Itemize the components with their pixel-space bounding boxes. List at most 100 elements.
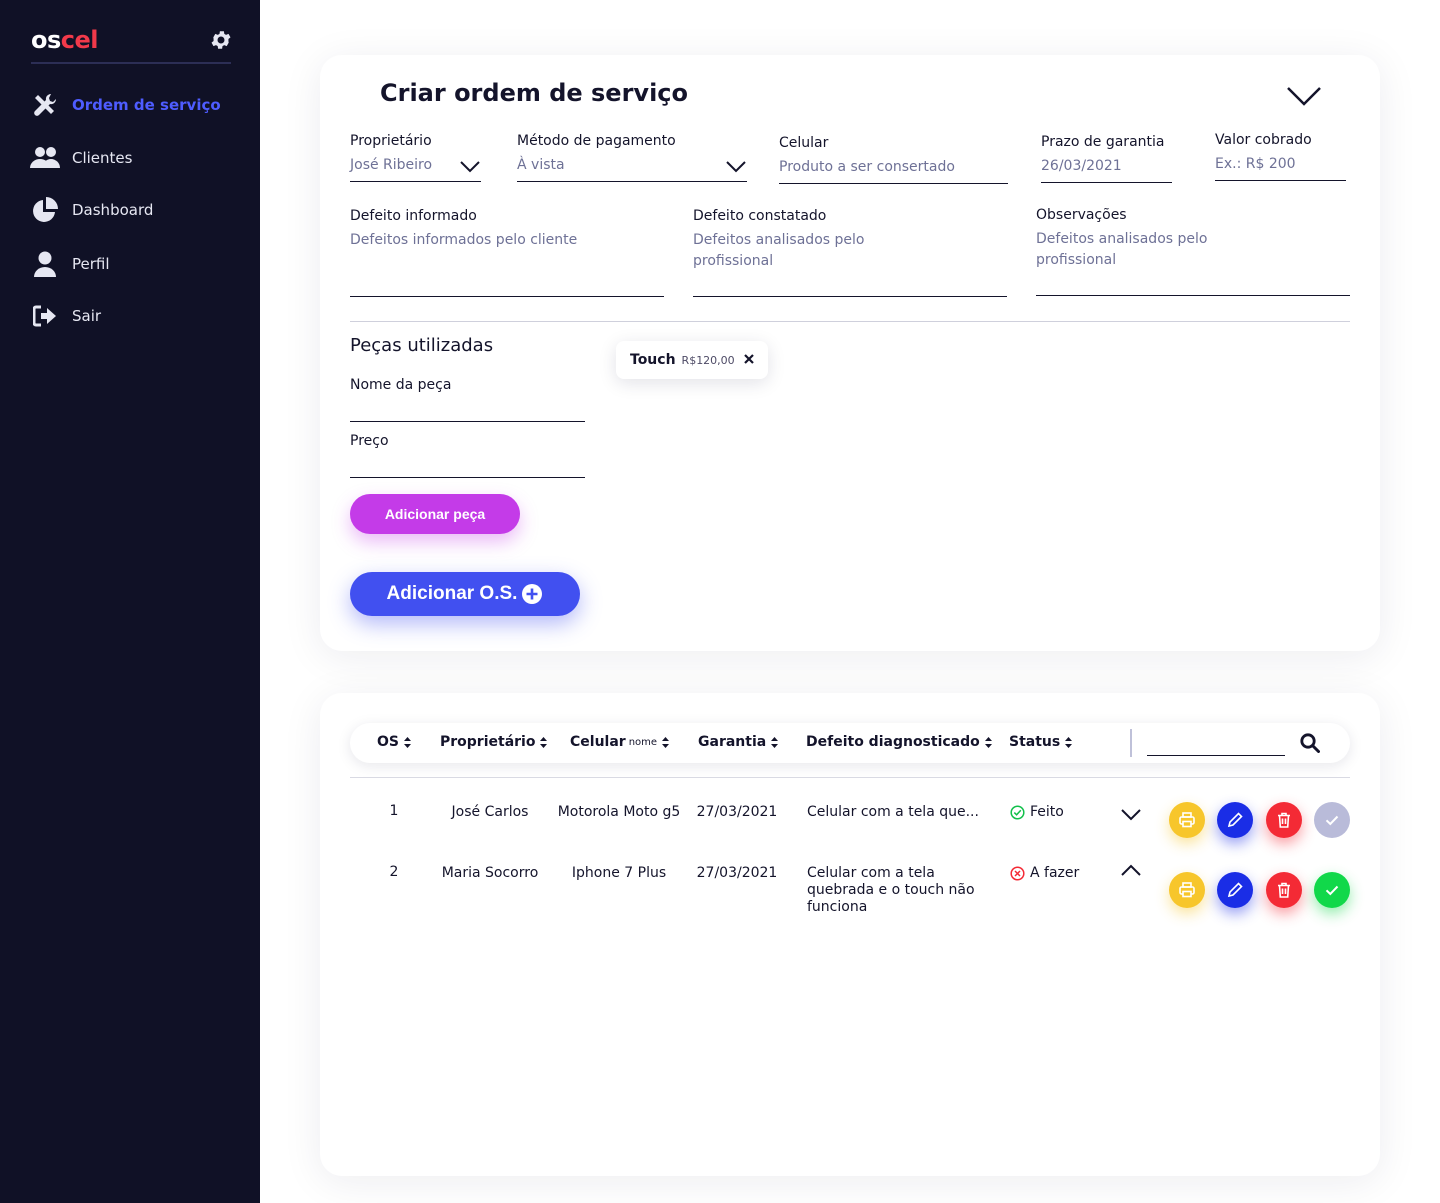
- status-badge: A fazer: [1010, 865, 1079, 882]
- field-underline: [350, 181, 481, 182]
- payment-label: Método de pagamento: [517, 133, 676, 149]
- edit-button[interactable]: [1217, 872, 1253, 908]
- column-header-os[interactable]: OS: [377, 734, 411, 750]
- search-input[interactable]: [1147, 755, 1285, 756]
- payment-method-select[interactable]: Método de pagamento À vista: [517, 133, 747, 183]
- logo-divider: [31, 62, 231, 64]
- trash-icon: [1278, 882, 1290, 898]
- page-title: Criar ordem de serviço: [380, 79, 689, 107]
- app-logo[interactable]: oscel: [31, 26, 99, 54]
- print-button[interactable]: [1169, 872, 1205, 908]
- reported-defect-field[interactable]: Defeito informado Defeitos informados pe…: [350, 208, 664, 298]
- price-label: Valor cobrado: [1215, 132, 1312, 148]
- tools-icon: [30, 91, 60, 119]
- reported-defect-placeholder: Defeitos informados pelo cliente: [350, 232, 578, 248]
- gear-icon[interactable]: [209, 28, 233, 52]
- found-defect-placeholder: Defeitos analisados pelo profissional: [693, 232, 865, 269]
- payment-value: À vista: [517, 157, 565, 173]
- field-underline: [1215, 180, 1346, 181]
- x-circle-icon: [1010, 866, 1025, 881]
- cell-warranty: 27/03/2021: [696, 865, 778, 881]
- sidebar-item-label: Clientes: [72, 149, 133, 167]
- chevron-down-icon[interactable]: [1120, 808, 1142, 822]
- column-header-owner[interactable]: Proprietário: [440, 734, 548, 750]
- logo-text-os: os: [31, 26, 61, 54]
- sidebar: oscel Ordem de serviço Clientes Dashboar…: [0, 0, 260, 1203]
- phone-field[interactable]: Celular Produto a ser consertado: [779, 135, 1008, 185]
- sort-icon: [662, 736, 670, 748]
- plus-circle-icon: [522, 584, 543, 604]
- sidebar-item-clientes[interactable]: Clientes: [30, 142, 240, 174]
- cell-os: 1: [389, 803, 399, 819]
- part-name-label: Nome da peça: [350, 377, 452, 393]
- cell-owner: José Carlos: [451, 804, 529, 820]
- warranty-value: 26/03/2021: [1041, 158, 1122, 174]
- notes-field[interactable]: Observações Defeitos analisados pelo pro…: [1036, 207, 1350, 297]
- phone-label: Celular: [779, 135, 829, 151]
- sidebar-item-label: Dashboard: [72, 201, 154, 219]
- field-underline: [350, 296, 664, 297]
- column-header-warranty[interactable]: Garantia: [698, 734, 779, 750]
- cell-warranty: 27/03/2021: [696, 804, 778, 820]
- found-defect-field[interactable]: Defeito constatado Defeitos analisados p…: [693, 208, 1007, 298]
- users-icon: [30, 144, 60, 172]
- user-icon: [30, 250, 60, 278]
- chevron-up-icon[interactable]: [1120, 863, 1142, 877]
- orders-table-card: OS Proprietário Celular nome Garantia Def…: [320, 693, 1380, 1176]
- print-button[interactable]: [1169, 802, 1205, 838]
- field-underline: [350, 477, 585, 478]
- table-divider: [350, 777, 1350, 778]
- add-os-label: Adicionar O.S.: [386, 583, 518, 604]
- table-header: OS Proprietário Celular nome Garantia Def…: [350, 723, 1350, 763]
- warranty-field[interactable]: Prazo de garantia 26/03/2021: [1041, 134, 1172, 184]
- chevron-down-icon[interactable]: [1286, 85, 1322, 107]
- add-os-button[interactable]: Adicionar O.S.: [350, 572, 580, 616]
- part-price-label: Preço: [350, 433, 389, 449]
- part-name-field[interactable]: Nome da peça: [350, 377, 585, 422]
- cell-phone: Motorola Moto g5: [557, 804, 681, 820]
- sidebar-item-label: Sair: [72, 307, 102, 325]
- sidebar-item-dashboard[interactable]: Dashboard: [30, 194, 240, 226]
- column-header-status[interactable]: Status: [1009, 734, 1073, 750]
- status-text: Feito: [1030, 804, 1064, 820]
- status-badge: Feito: [1010, 804, 1064, 821]
- owner-label: Proprietário: [350, 133, 432, 149]
- complete-button[interactable]: [1314, 872, 1350, 908]
- check-icon: [1325, 885, 1339, 896]
- pencil-icon: [1227, 882, 1243, 898]
- field-underline: [350, 421, 585, 422]
- complete-button[interactable]: [1314, 802, 1350, 838]
- field-underline: [779, 183, 1008, 184]
- add-part-button[interactable]: Adicionar peça: [350, 494, 520, 534]
- sort-icon: [403, 736, 411, 748]
- sort-icon: [984, 736, 992, 748]
- create-order-card: Criar ordem de serviço Proprietário José…: [320, 55, 1380, 651]
- sidebar-item-perfil[interactable]: Perfil: [30, 248, 240, 280]
- close-icon[interactable]: [742, 352, 756, 366]
- field-underline: [693, 296, 1007, 297]
- sidebar-item-label: Ordem de serviço: [72, 96, 221, 114]
- logo-text-cel: cel: [60, 26, 99, 54]
- pie-chart-icon: [30, 196, 60, 224]
- chevron-down-icon[interactable]: [459, 160, 481, 174]
- printer-icon: [1179, 812, 1195, 828]
- part-chip-name: Touch: [630, 352, 676, 368]
- phone-placeholder: Produto a ser consertado: [779, 159, 955, 175]
- sort-icon: [771, 736, 779, 748]
- chevron-down-icon[interactable]: [725, 160, 747, 174]
- delete-button[interactable]: [1266, 872, 1302, 908]
- column-header-phone[interactable]: Celular nome: [570, 734, 670, 750]
- logout-icon: [30, 302, 60, 330]
- sidebar-item-sair[interactable]: Sair: [30, 300, 240, 332]
- column-header-defect[interactable]: Defeito diagnosticado: [806, 734, 992, 750]
- edit-button[interactable]: [1217, 802, 1253, 838]
- parts-section-title: Peças utilizadas: [350, 335, 494, 356]
- part-chip-price: R$120,00: [681, 353, 735, 367]
- delete-button[interactable]: [1266, 802, 1302, 838]
- owner-select[interactable]: Proprietário José Ribeiro: [350, 133, 481, 183]
- warranty-label: Prazo de garantia: [1041, 134, 1165, 150]
- part-price-field[interactable]: Preço: [350, 433, 585, 478]
- search-icon[interactable]: [1300, 733, 1320, 753]
- sidebar-item-ordem-de-servico[interactable]: Ordem de serviço: [30, 89, 240, 121]
- price-field[interactable]: Valor cobrado Ex.: R$ 200: [1215, 132, 1346, 182]
